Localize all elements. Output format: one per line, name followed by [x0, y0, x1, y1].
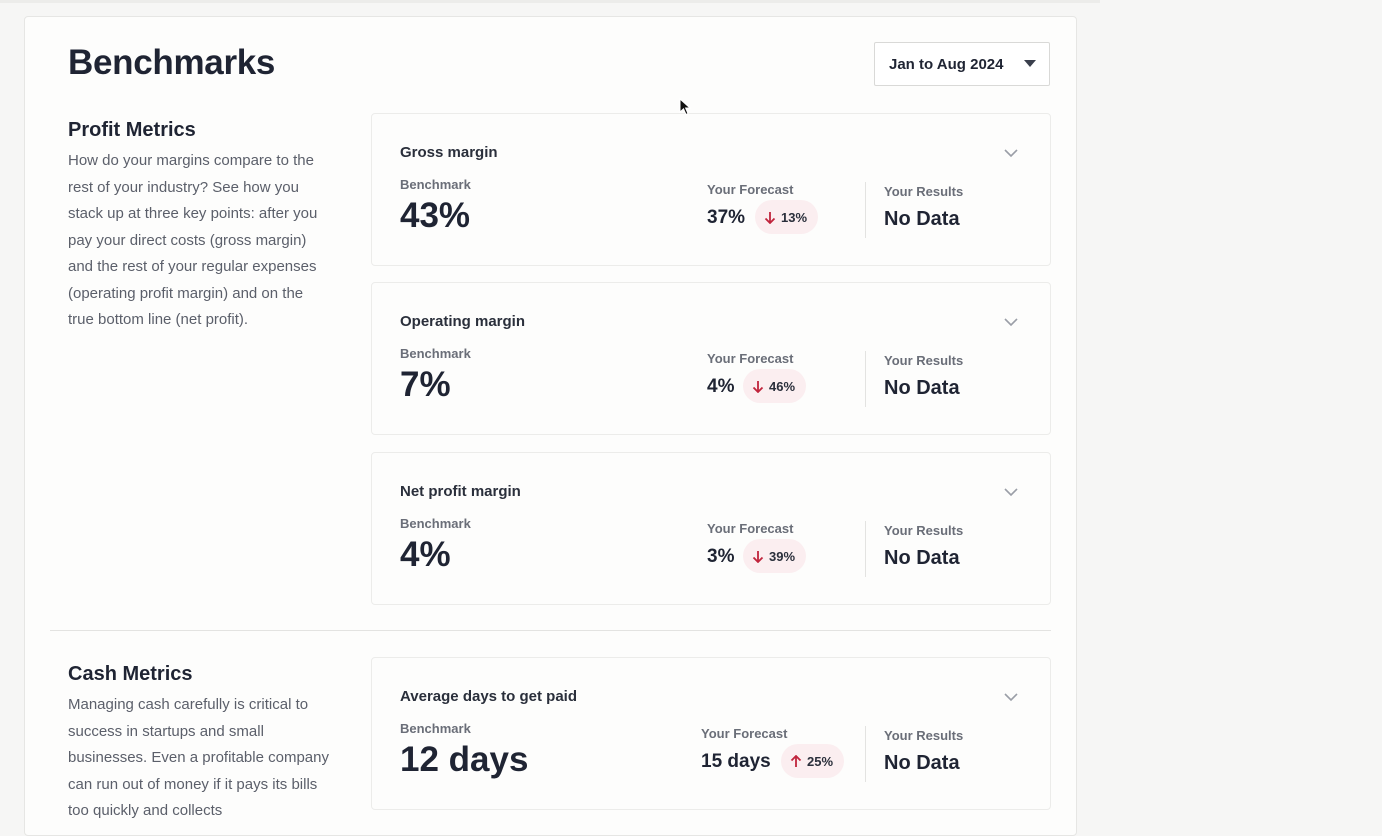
chevron-down-icon[interactable]: [1002, 688, 1020, 706]
benchmark-card-net-profit-margin[interactable]: Net profit margin Benchmark 4% Your Fore…: [371, 452, 1051, 605]
forecast-value: 3%: [707, 546, 735, 567]
forecast-value: 15 days: [701, 751, 771, 772]
change-value: 13%: [781, 209, 808, 225]
results-label: Your Results: [884, 523, 964, 538]
change-value: 39%: [769, 548, 796, 564]
forecast-label: Your Forecast: [707, 521, 794, 536]
change-value: 46%: [769, 378, 796, 394]
change-badge: 46%: [743, 369, 807, 403]
benchmark-label: Benchmark: [400, 721, 471, 736]
chevron-down-icon[interactable]: [1002, 144, 1020, 162]
card-title: Gross margin: [400, 144, 498, 161]
card-title: Net profit margin: [400, 483, 521, 500]
results-label: Your Results: [884, 353, 964, 368]
change-badge: 13%: [755, 200, 819, 234]
benchmark-card-gross-margin[interactable]: Gross margin Benchmark 43% Your Forecast…: [371, 113, 1051, 266]
mouse-cursor-icon: [679, 98, 691, 116]
change-badge: 25%: [781, 744, 845, 778]
change-value: 25%: [807, 753, 834, 769]
chevron-down-icon[interactable]: [1002, 483, 1020, 501]
results-value: No Data: [884, 547, 960, 569]
results-value: No Data: [884, 377, 960, 399]
benchmark-card-operating-margin[interactable]: Operating margin Benchmark 7% Your Forec…: [371, 282, 1051, 435]
benchmark-card-average-days-to-get-paid[interactable]: Average days to get paid Benchmark 12 da…: [371, 657, 1051, 810]
card-title: Operating margin: [400, 313, 526, 330]
arrow-down-icon: [752, 550, 764, 563]
chevron-down-icon[interactable]: [1002, 313, 1020, 331]
arrow-up-icon: [790, 754, 802, 767]
results-label: Your Results: [884, 184, 964, 199]
forecast-label: Your Forecast: [707, 182, 794, 197]
benchmark-label: Benchmark: [400, 516, 471, 531]
top-scroll-edge: [0, 0, 1100, 3]
column-divider: [865, 182, 866, 238]
benchmark-value: 4%: [400, 535, 451, 574]
forecast-value: 37%: [707, 207, 746, 228]
section-title-profit-metrics: Profit Metrics: [68, 119, 196, 141]
benchmarks-panel: Benchmarks Jan to Aug 2024 Profit Metric…: [24, 16, 1077, 836]
arrow-down-icon: [764, 211, 776, 224]
column-divider: [865, 726, 866, 782]
caret-down-icon: [1024, 60, 1036, 67]
section-title-cash-metrics: Cash Metrics: [68, 663, 193, 685]
forecast-value: 4%: [707, 376, 735, 397]
column-divider: [865, 351, 866, 407]
results-label: Your Results: [884, 728, 964, 743]
benchmark-label: Benchmark: [400, 346, 471, 361]
arrow-down-icon: [752, 380, 764, 393]
page-title: Benchmarks: [68, 43, 276, 82]
date-range-value: Jan to Aug 2024: [889, 55, 1004, 73]
results-value: No Data: [884, 208, 960, 230]
benchmark-label: Benchmark: [400, 177, 471, 192]
section-description-profit-metrics: How do your margins compare to the rest …: [68, 152, 318, 328]
benchmark-value: 43%: [400, 196, 471, 235]
date-range-select[interactable]: Jan to Aug 2024: [874, 42, 1050, 86]
change-badge: 39%: [743, 539, 807, 573]
section-description-cash-metrics: Managing cash carefully is critical to s…: [68, 696, 329, 819]
card-title: Average days to get paid: [400, 688, 577, 705]
forecast-label: Your Forecast: [701, 726, 788, 741]
results-value: No Data: [884, 752, 960, 774]
forecast-label: Your Forecast: [707, 351, 794, 366]
section-divider: [50, 630, 1051, 631]
column-divider: [865, 521, 866, 577]
benchmark-value: 7%: [400, 365, 451, 404]
benchmark-value: 12 days: [400, 740, 529, 779]
